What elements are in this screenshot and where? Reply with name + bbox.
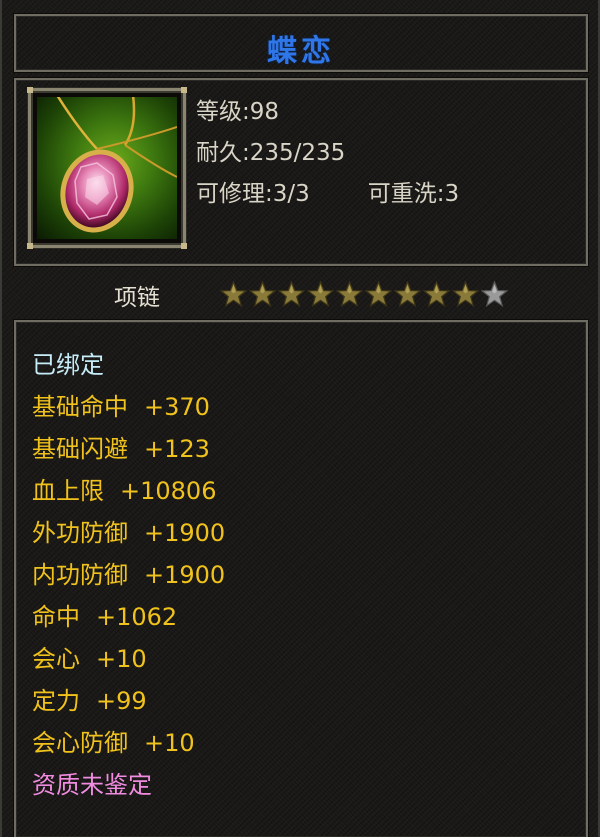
attribute-row: 命中 +1062 [32,596,225,638]
attribute-list: 已绑定 基础命中 +370 基础闪避 +123 血上限 +10806 外功防御 +1900 内功… [32,344,225,806]
star-filled-icon [365,281,392,307]
attribute-label: 会心 [32,645,80,673]
attribute-value: +1062 [96,603,178,631]
quality-status: 资质未鉴定 [32,771,152,799]
item-stats: 等级:98 耐久:235/235 可修理:3/3 可重洗:3 [196,92,459,215]
level-stat: 等级:98 [196,99,280,125]
attribute-value: +123 [144,435,210,463]
star-filled-icon [452,281,479,307]
star-filled-icon [307,281,334,307]
attribute-label: 外功防御 [32,519,128,547]
attribute-frame: 已绑定 基础命中 +370 基础闪避 +123 血上限 +10806 外功防御 +1900 内功… [14,320,588,837]
attribute-value: +99 [96,687,147,715]
attribute-value: +370 [144,393,210,421]
star-filled-icon [423,281,450,307]
attribute-row: 血上限 +10806 [32,470,225,512]
item-info-frame: 等级:98 耐久:235/235 可修理:3/3 可重洗:3 [14,78,588,266]
attribute-row: 基础命中 +370 [32,386,225,428]
star-filled-icon [278,281,305,307]
star-filled-icon [220,281,247,307]
star-empty-icon [481,281,508,307]
attribute-label: 基础命中 [32,393,128,421]
attribute-value: +10806 [120,477,217,505]
item-type: 项链 [114,285,160,311]
attribute-row: 基础闪避 +123 [32,428,225,470]
star-filled-icon [249,281,276,307]
item-name: 蝶恋 [267,34,335,69]
slot-corner-decoration [27,87,33,93]
bound-status: 已绑定 [32,351,104,379]
attribute-row: 定力 +99 [32,680,225,722]
attribute-value: +1900 [144,561,226,589]
attribute-label: 血上限 [32,477,104,505]
attribute-value: +10 [144,729,195,757]
rewash-stat: 可重洗:3 [367,181,460,207]
item-tooltip: 蝶恋 等级:98 耐久:235/235 可修理:3/3 可重洗:3 项链 已绑定… [0,0,600,837]
attribute-value: +10 [96,645,147,673]
star-filled-icon [336,281,363,307]
repair-rewash-row: 可修理:3/3 可重洗:3 [196,174,459,215]
attribute-value: +1900 [144,519,226,547]
attribute-label: 内功防御 [32,561,128,589]
attribute-label: 基础闪避 [32,435,128,463]
pink-gem-necklace-icon [37,97,177,239]
star-filled-icon [394,281,421,307]
star-rating [220,281,508,307]
durability-stat: 耐久:235/235 [196,140,346,166]
slot-corner-decoration [181,243,187,249]
attribute-row: 外功防御 +1900 [32,512,225,554]
attribute-label: 定力 [32,687,80,715]
type-star-row: 项链 [14,270,588,316]
slot-corner-decoration [181,87,187,93]
slot-corner-decoration [27,243,33,249]
attribute-row: 内功防御 +1900 [32,554,225,596]
attribute-label: 会心防御 [32,729,128,757]
repairable-stat: 可修理:3/3 [196,181,310,207]
item-title-frame: 蝶恋 [14,14,588,72]
attribute-row: 会心 +10 [32,638,225,680]
attribute-row: 会心防御 +10 [32,722,225,764]
attribute-label: 命中 [32,603,80,631]
item-icon-slot[interactable] [27,87,187,249]
